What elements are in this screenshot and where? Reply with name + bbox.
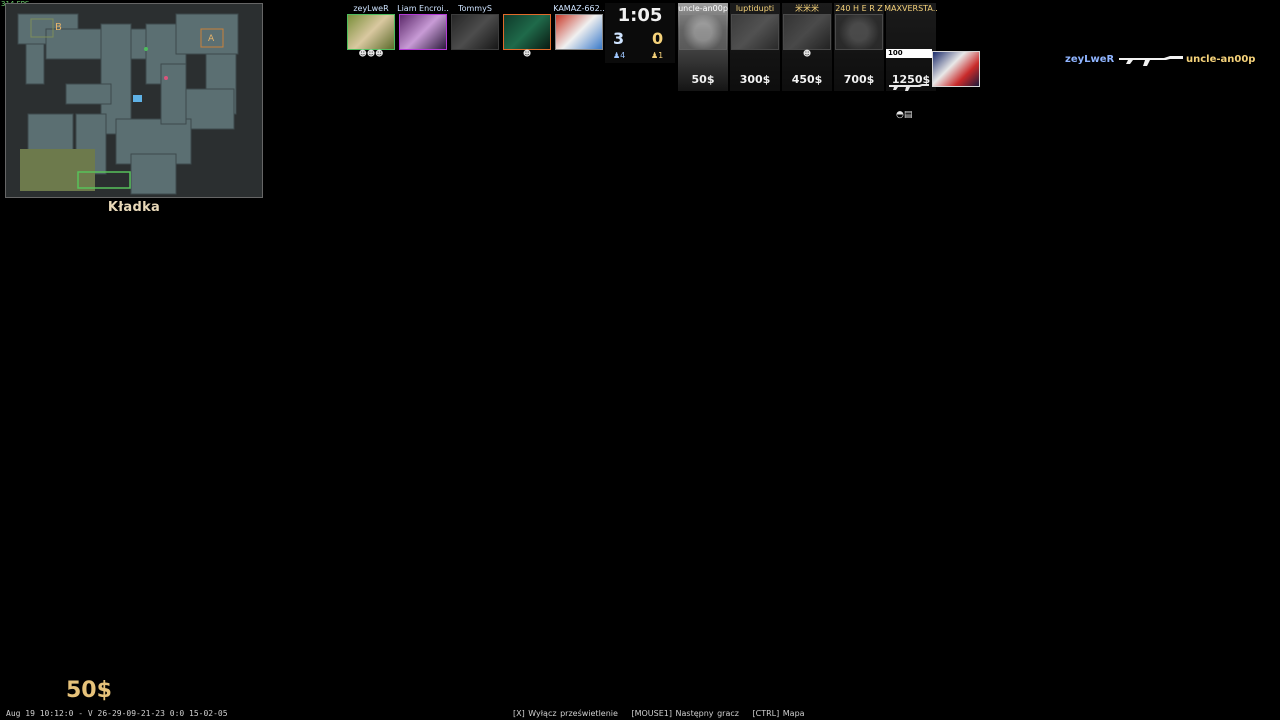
kill-count-icons: ☻ [522, 49, 532, 58]
player-money-display: 50$ [66, 678, 112, 703]
game-hud: 314 FPS [0, 0, 1280, 720]
ct-player-name: TommyS [458, 4, 492, 13]
ct-score: 3 [613, 29, 625, 48]
player-marker-icon [133, 95, 142, 102]
ct-alive-count: ♟4 [613, 51, 626, 60]
player-avatar [679, 14, 727, 50]
ct-player-card[interactable]: Liam Encroi.. [397, 3, 449, 95]
scoreboard-center: 1:05 3 0 ♟4 ♟1 [605, 3, 675, 63]
t-alive-count: ♟1 [651, 51, 664, 60]
ct-player-card[interactable]: TommyS [450, 3, 500, 95]
player-money: 700$ [843, 73, 875, 86]
player-avatar [555, 14, 603, 50]
rifle-icon [1119, 56, 1183, 66]
grenade-icon: ◓▤ [896, 110, 913, 120]
t-player-name: 米米米 [795, 4, 819, 13]
kill-feed-entry: zeyLweR uncle-an00p [1062, 52, 1272, 68]
killfeed-attacker: zeyLweR [1065, 54, 1115, 65]
ct-player-card[interactable]: KAMAZ-662.. [553, 3, 605, 95]
player-avatar [399, 14, 447, 50]
player-avatar [783, 14, 831, 50]
round-timer: 1:05 [617, 5, 663, 26]
killfeed-victim: uncle-an00p [1186, 54, 1256, 65]
ct-player-card[interactable]: ☻ [502, 3, 552, 95]
t-player-name: luptidupti [735, 4, 775, 13]
hint-toggle-xray[interactable]: [X] Wyłącz prześwietlenie [513, 709, 618, 718]
player-money: 450$ [791, 73, 823, 86]
spectator-hints: [X] Wyłącz prześwietlenie [MOUSE1] Nastę… [513, 709, 815, 718]
demo-info: Aug 19 10:12:0 - V 26-29-09-21-23 0:0 15… [6, 709, 228, 718]
location-label: Kładka [107, 200, 161, 215]
radar-minimap[interactable]: B A [5, 3, 263, 198]
player-avatar [503, 14, 551, 50]
t-player-card[interactable]: uncle-an00p 50$ [678, 3, 728, 95]
hint-map[interactable]: [CTRL] Mapa [753, 709, 805, 718]
t-player-card[interactable]: luptidupti 300$ [730, 3, 780, 95]
radar-map-graphic: B A [6, 4, 262, 197]
rifle-icon [889, 84, 929, 91]
radar-site-a: A [208, 34, 215, 44]
ct-player-card[interactable]: zeyLweR ☻☻☻ [346, 3, 396, 95]
t-player-card[interactable]: 米米米 ☻ 450$ [782, 3, 832, 95]
hint-next-player[interactable]: [MOUSE1] Następny gracz [631, 709, 738, 718]
ct-player-name: Liam Encroi.. [397, 4, 449, 13]
ct-player-name: KAMAZ-662.. [553, 4, 605, 13]
radar-site-b: B [55, 22, 62, 33]
t-player-card[interactable]: 240 H E R Z 700$ [834, 3, 884, 95]
player-avatar [932, 51, 980, 87]
player-money: 300$ [739, 73, 771, 86]
health-value: 100 [888, 49, 903, 57]
ct-player-name [500, 4, 554, 14]
player-avatar [835, 14, 883, 50]
player-avatar [347, 14, 395, 50]
kill-count-icons: ☻ [802, 49, 812, 58]
t-player-name: uncle-an00p [678, 4, 728, 13]
player-avatar [731, 14, 779, 50]
t-player-name: 240 H E R Z [835, 4, 883, 13]
kill-count-icons: ☻☻☻ [358, 49, 384, 58]
t-player-name: MAXVERSTA.. [884, 4, 938, 13]
player-avatar [451, 14, 499, 50]
player-money: 50$ [691, 73, 715, 86]
t-score: 0 [652, 29, 664, 48]
ct-player-name: zeyLweR [353, 4, 389, 13]
